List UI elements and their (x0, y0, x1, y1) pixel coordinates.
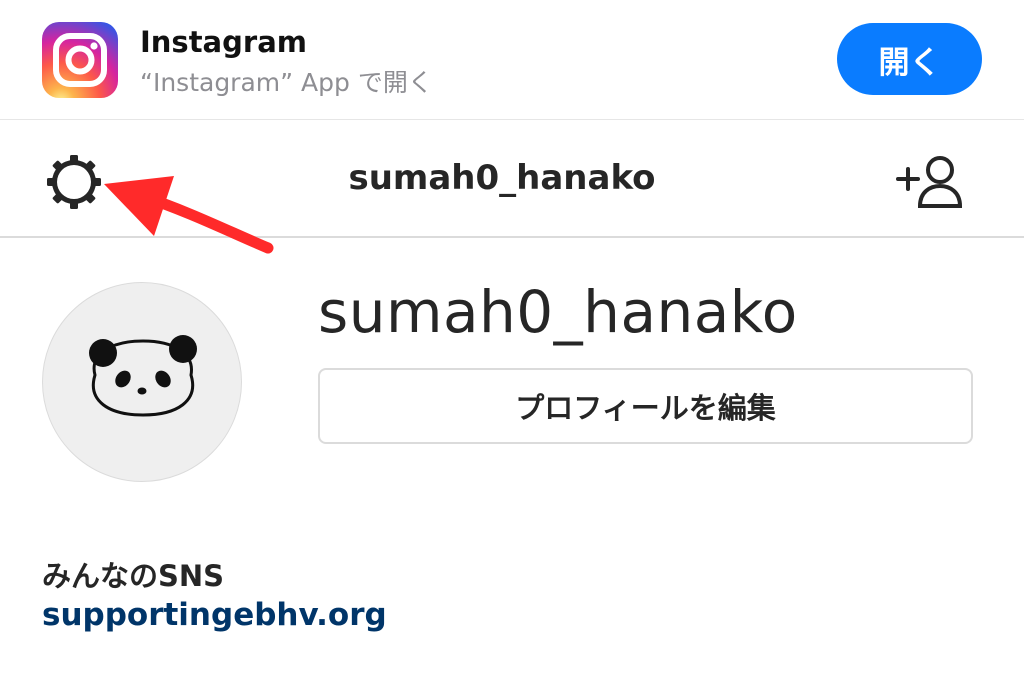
profile-header: sumah0_hanako (0, 120, 1024, 238)
bio-name: みんなのSNS (42, 559, 225, 593)
app-open-banner: Instagram “Instagram” App で開く 開く (0, 0, 1024, 120)
header-username: sumah0_hanako (348, 158, 656, 198)
profile-username: sumah0_hanako (318, 278, 798, 346)
instagram-profile-page: Instagram “Instagram” App で開く 開く sumah0_… (0, 0, 1024, 688)
app-name: Instagram (140, 25, 307, 59)
open-app-button[interactable]: 開く (837, 23, 982, 95)
add-person-icon[interactable] (894, 152, 966, 212)
panda-avatar[interactable] (42, 282, 242, 482)
edit-profile-button[interactable]: プロフィールを編集 (318, 368, 973, 444)
website-link[interactable]: supportingebhv.org (42, 597, 387, 633)
instagram-icon (42, 22, 118, 98)
app-subtitle: “Instagram” App で開く (140, 68, 433, 97)
